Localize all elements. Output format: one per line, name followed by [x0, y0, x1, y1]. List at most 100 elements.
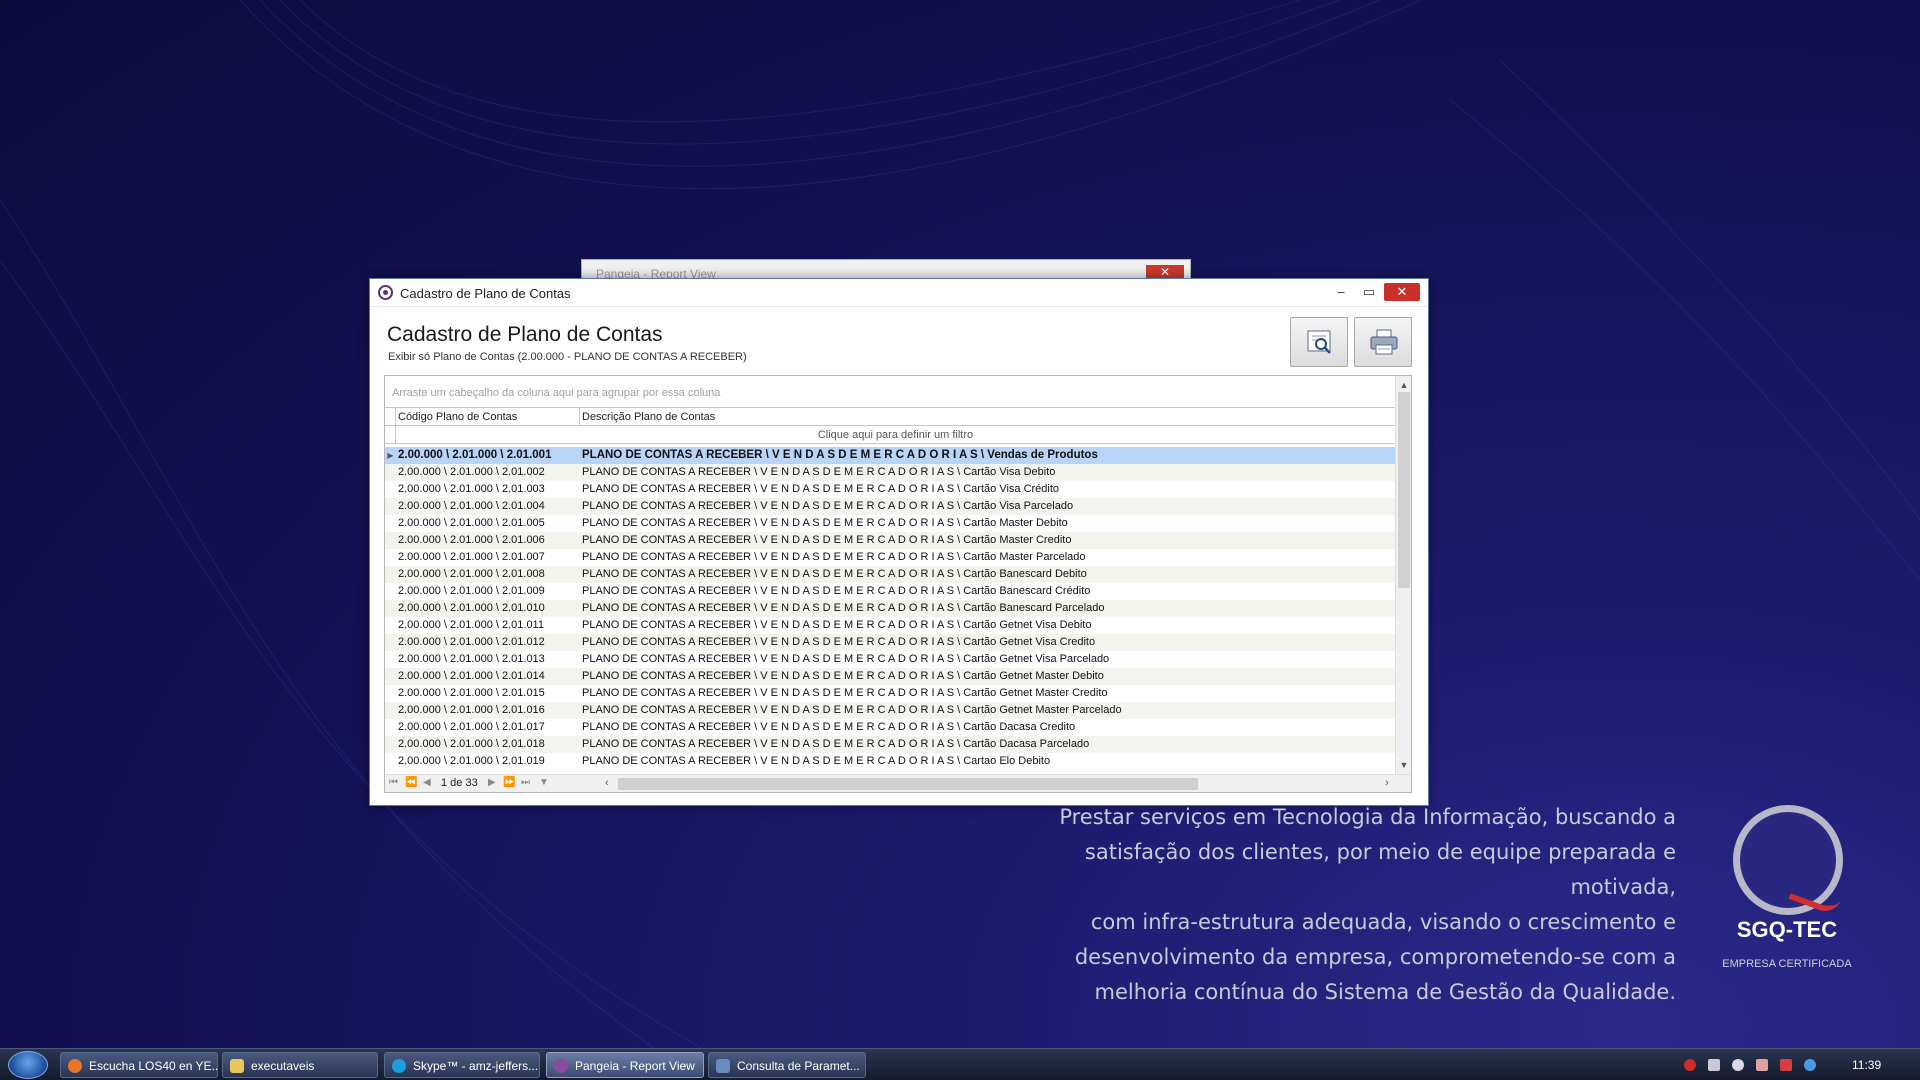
tray-antivirus-icon[interactable] [1684, 1059, 1696, 1071]
print-preview-icon [1307, 330, 1331, 354]
tray-volume-icon[interactable] [1732, 1059, 1744, 1071]
window-titlebar[interactable]: Cadastro de Plano de Contas – ▭ ✕ [370, 279, 1428, 307]
tray-flag-icon[interactable] [1756, 1059, 1768, 1071]
certified-label: EMPRESA CERTIFICADA [1722, 958, 1852, 970]
plano-de-contas-window: Cadastro de Plano de Contas – ▭ ✕ Cadast… [369, 278, 1429, 806]
mission-line: Prestar serviços em Tecnologia da Inform… [1059, 805, 1676, 829]
cell-codigo: 2.00.000 \ 2.01.000 \ 2.01.005 [398, 517, 545, 529]
cell-codigo: 2.00.000 \ 2.01.000 \ 2.01.009 [398, 585, 545, 597]
cell-descricao: PLANO DE CONTAS A RECEBER \ V E N D A S … [582, 602, 1105, 614]
mission-statement: Prestar serviços em Tecnologia da Inform… [990, 800, 1676, 1010]
table-row[interactable]: 2.00.000 \ 2.01.000 \ 2.01.012 PLANO DE C… [385, 634, 1395, 651]
cell-descricao: PLANO DE CONTAS A RECEBER \ V E N D A S … [582, 483, 1060, 495]
cell-descricao: PLANO DE CONTAS A RECEBER \ V E N D A S … [582, 653, 1110, 665]
cell-descricao: PLANO DE CONTAS A RECEBER \ V E N D A S … [582, 500, 1074, 512]
prev-record-icon[interactable]: ◀ [423, 777, 431, 788]
cell-codigo: 2.00.000 \ 2.01.000 \ 2.01.017 [398, 721, 545, 733]
tray-sync-icon[interactable] [1804, 1059, 1816, 1071]
print-button[interactable] [1354, 317, 1412, 367]
taskbar-item-firefox[interactable]: Escucha LOS40 en YE... [60, 1052, 218, 1078]
table-row[interactable]: 2.00.000 \ 2.01.000 \ 2.01.018 PLANO DE C… [385, 736, 1395, 753]
cell-codigo: 2.00.000 \ 2.01.000 \ 2.01.007 [398, 551, 545, 563]
cell-codigo: 2.00.000 \ 2.01.000 \ 2.01.002 [398, 466, 545, 478]
cell-codigo: 2.00.000 \ 2.01.000 \ 2.01.001 [398, 449, 552, 461]
next-record-icon[interactable]: ▶ [488, 777, 496, 788]
taskbar-item-consulta[interactable]: Consulta de Paramet... [708, 1052, 866, 1078]
tray-network-icon[interactable] [1708, 1059, 1720, 1071]
filter-indicator [385, 426, 396, 443]
mission-line: desenvolvimento da empresa, comprometend… [1074, 945, 1676, 969]
cell-descricao: PLANO DE CONTAS A RECEBER \ V E N D A S … [582, 466, 1056, 478]
scroll-down-icon[interactable]: ▼ [1396, 758, 1411, 772]
scroll-left-icon[interactable]: ‹ [605, 777, 609, 789]
group-by-panel[interactable]: Arraste um cabeçalho da coluna aqui para… [385, 376, 1395, 408]
taskbar-clock[interactable]: 11:39 [1852, 1058, 1881, 1072]
prev-page-icon[interactable]: ⏪ [405, 777, 417, 788]
cell-descricao: PLANO DE CONTAS A RECEBER \ V E N D A S … [582, 568, 1087, 580]
column-header-row: Código Plano de Contas Descrição Plano d… [385, 408, 1395, 426]
column-header-codigo[interactable]: Código Plano de Contas [396, 408, 580, 426]
table-row[interactable]: 2.00.000 \ 2.01.000 \ 2.01.002 PLANO DE C… [385, 464, 1395, 481]
scroll-right-icon[interactable]: › [1385, 777, 1389, 789]
group-by-hint: Arraste um cabeçalho da coluna aqui para… [392, 387, 721, 399]
cell-codigo: 2.00.000 \ 2.01.000 \ 2.01.013 [398, 653, 545, 665]
taskbar-item-skype[interactable]: Skype™ - amz-jeffers... [384, 1052, 540, 1078]
minimize-button[interactable]: – [1330, 283, 1352, 301]
table-row[interactable]: 2.00.000 \ 2.01.000 \ 2.01.011 PLANO DE C… [385, 617, 1395, 634]
skype-icon [392, 1059, 406, 1073]
window-title: Cadastro de Plano de Contas [400, 286, 571, 301]
consulta-icon [716, 1059, 730, 1073]
table-row[interactable]: 2.00.000 \ 2.01.000 \ 2.01.005 PLANO DE C… [385, 515, 1395, 532]
cell-descricao: PLANO DE CONTAS A RECEBER \ V E N D A S … [582, 619, 1092, 631]
header-indicator [385, 408, 396, 425]
table-row[interactable]: 2.00.000 \ 2.01.000 \ 2.01.015 PLANO DE C… [385, 685, 1395, 702]
cell-descricao: PLANO DE CONTAS A RECEBER \ V E N D A S … [582, 449, 1098, 461]
table-row[interactable]: 2.00.000 \ 2.01.000 \ 2.01.016 PLANO DE C… [385, 702, 1395, 719]
table-row[interactable]: 2.00.000 \ 2.01.000 \ 2.01.009 PLANO DE C… [385, 583, 1395, 600]
table-row[interactable]: 2.00.000 \ 2.01.000 \ 2.01.017 PLANO DE C… [385, 719, 1395, 736]
maximize-button[interactable]: ▭ [1358, 283, 1380, 301]
table-row[interactable]: 2.00.000 \ 2.01.000 \ 2.01.013 PLANO DE C… [385, 651, 1395, 668]
filter-hint: Clique aqui para definir um filtro [817, 429, 974, 441]
sgq-tec-logo: SGQ-TEC [1736, 917, 1838, 942]
cell-descricao: PLANO DE CONTAS A RECEBER \ V E N D A S … [582, 534, 1072, 546]
cell-codigo: 2.00.000 \ 2.01.000 \ 2.01.004 [398, 500, 545, 512]
start-button[interactable] [8, 1051, 48, 1079]
close-button[interactable]: ✕ [1384, 283, 1420, 301]
table-row[interactable]: 2.00.000 \ 2.01.000 \ 2.01.004 PLANO DE C… [385, 498, 1395, 515]
taskbar-item-pangeia[interactable]: Pangeia - Report View [546, 1052, 704, 1078]
row-pointer-icon: ▶ [387, 451, 394, 460]
cell-descricao: PLANO DE CONTAS A RECEBER \ V E N D A S … [582, 670, 1104, 682]
next-page-icon[interactable]: ⏩ [503, 777, 515, 788]
scroll-up-icon[interactable]: ▲ [1396, 378, 1411, 392]
tray-app-icon[interactable] [1780, 1059, 1792, 1071]
table-row[interactable]: 2.00.000 \ 2.01.000 \ 2.01.008 PLANO DE C… [385, 566, 1395, 583]
table-row[interactable]: 2.00.000 \ 2.01.000 \ 2.01.003 PLANO DE C… [385, 481, 1395, 498]
vertical-scroll-thumb[interactable] [1398, 392, 1410, 588]
vertical-scrollbar[interactable]: ▲ ▼ [1395, 376, 1411, 774]
cell-codigo: 2.00.000 \ 2.01.000 \ 2.01.016 [398, 704, 545, 716]
taskbar-item-executaveis[interactable]: executaveis [222, 1052, 378, 1078]
background-window-report-view[interactable]: Pangeia - Report View ✕ [581, 259, 1191, 281]
table-row[interactable]: 2.00.000 \ 2.01.000 \ 2.01.010 PLANO DE C… [385, 600, 1395, 617]
folder-icon [230, 1059, 244, 1073]
cell-codigo: 2.00.000 \ 2.01.000 \ 2.01.019 [398, 755, 545, 767]
cell-codigo: 2.00.000 \ 2.01.000 \ 2.01.012 [398, 636, 545, 648]
table-row[interactable]: 2.00.000 \ 2.01.000 \ 2.01.006 PLANO DE C… [385, 532, 1395, 549]
grid-navigator-bar: ⏮ ⏪ ◀ 1 de 33 ▶ ⏩ ⏭ ▼ ‹ › [385, 774, 1411, 792]
cell-codigo: 2.00.000 \ 2.01.000 \ 2.01.008 [398, 568, 545, 580]
cell-descricao: PLANO DE CONTAS A RECEBER \ V E N D A S … [582, 636, 1096, 648]
filter-funnel-icon[interactable]: ▼ [539, 777, 549, 788]
pager-position: 1 de 33 [441, 777, 478, 789]
table-row[interactable]: 2.00.000 \ 2.01.000 \ 2.01.014 PLANO DE C… [385, 668, 1395, 685]
table-row-selected[interactable]: ▶ 2.00.000 \ 2.01.000 \ 2.01.001 PLANO DE … [385, 447, 1395, 464]
horizontal-scroll-thumb[interactable] [618, 778, 1198, 790]
filter-row[interactable]: Clique aqui para definir um filtro [385, 426, 1395, 444]
print-preview-button[interactable] [1290, 317, 1348, 367]
table-row[interactable]: 2.00.000 \ 2.01.000 \ 2.01.007 PLANO DE C… [385, 549, 1395, 566]
column-header-descricao[interactable]: Descrição Plano de Contas [580, 411, 715, 423]
page-subtitle: Exibir só Plano de Contas (2.00.000 - PL… [388, 351, 747, 363]
first-page-icon[interactable]: ⏮ [389, 777, 398, 788]
table-row[interactable]: 2.00.000 \ 2.01.000 \ 2.01.019 PLANO DE C… [385, 753, 1395, 770]
last-page-icon[interactable]: ⏭ [521, 777, 530, 788]
